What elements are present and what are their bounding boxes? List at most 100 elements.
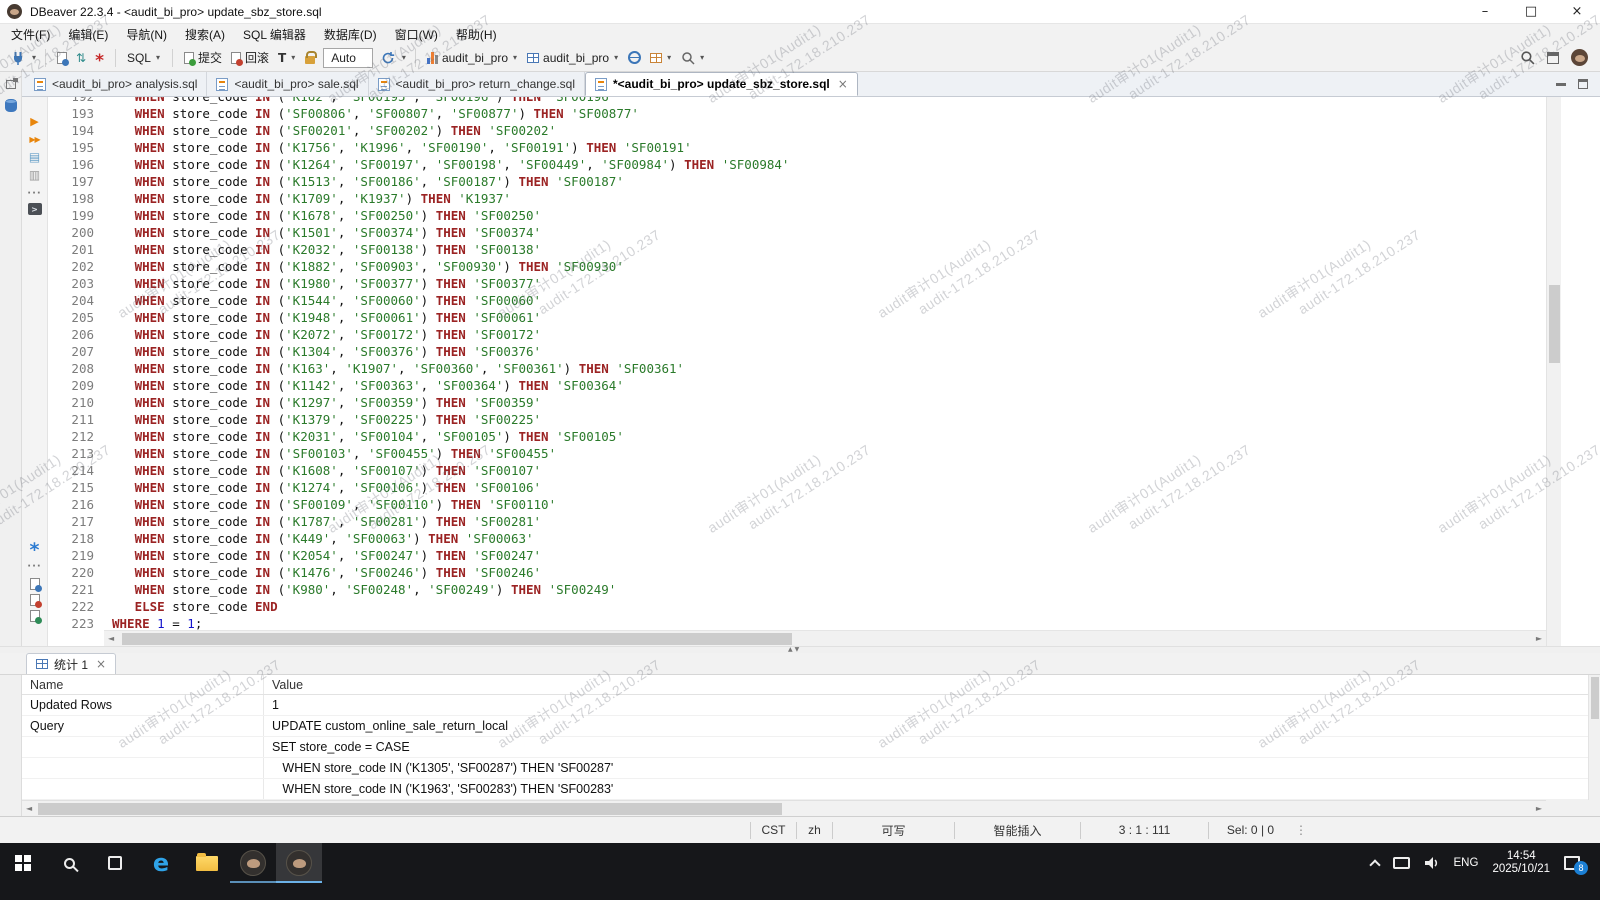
taskbar-search-button[interactable] bbox=[46, 843, 92, 883]
sql-editor[interactable]: 1921931941951961971981992002012022032042… bbox=[48, 97, 1546, 630]
scrollbar-thumb[interactable] bbox=[122, 633, 792, 645]
editor-vertical-scrollbar[interactable] bbox=[1546, 97, 1561, 646]
status-drag-handle[interactable]: ⋮ bbox=[1292, 823, 1310, 837]
navigate-button[interactable] bbox=[625, 49, 644, 66]
execute-new-tab-icon[interactable] bbox=[27, 131, 43, 147]
attach-editor-button[interactable] bbox=[54, 50, 70, 66]
line-number: 211 bbox=[48, 411, 100, 428]
status-selection[interactable]: Sel: 0 | 0 bbox=[1208, 822, 1292, 839]
minimize-button[interactable]: – bbox=[1462, 0, 1508, 23]
pending-transactions-button[interactable]: * bbox=[92, 49, 107, 67]
stats-row[interactable]: SET store_code = CASE bbox=[22, 737, 1588, 758]
scrollbar-thumb[interactable] bbox=[38, 803, 782, 815]
line-number: 205 bbox=[48, 309, 100, 326]
tray-tablet-icon[interactable] bbox=[1393, 857, 1410, 869]
console-icon[interactable] bbox=[28, 203, 42, 215]
code-area[interactable]: WHEN store_code IN ('K162', 'SF00195', '… bbox=[112, 97, 1542, 630]
stats-row[interactable]: QueryUPDATE custom_online_sale_return_lo… bbox=[22, 716, 1588, 737]
status-writable[interactable]: 可写 bbox=[832, 822, 954, 839]
taskbar-start-button[interactable] bbox=[0, 843, 46, 883]
taskbar-clock[interactable]: 14:54 2025/10/21 bbox=[1492, 850, 1550, 876]
scrollbar-thumb[interactable] bbox=[1549, 285, 1560, 363]
menu-item[interactable]: 搜索(A) bbox=[176, 24, 234, 44]
variables-icon[interactable] bbox=[30, 610, 40, 622]
search-icon bbox=[64, 858, 75, 869]
database-select[interactable]: audit_bi_pro▾ bbox=[424, 49, 521, 67]
database-navigator-icon[interactable] bbox=[5, 99, 17, 112]
stats-horizontal-scrollbar[interactable]: ◄ ► bbox=[22, 800, 1546, 816]
status-timezone[interactable]: CST bbox=[750, 822, 796, 839]
output-icon[interactable] bbox=[30, 578, 40, 590]
speaker-icon[interactable] bbox=[1424, 856, 1440, 870]
more-icon[interactable] bbox=[27, 558, 43, 574]
chevron-down-icon[interactable]: ▾ bbox=[31, 53, 37, 62]
execute-statement-icon[interactable] bbox=[27, 113, 43, 129]
editor-tab[interactable]: <audit_bi_pro> return_change.sql bbox=[369, 72, 585, 96]
menu-item[interactable]: 导航(N) bbox=[117, 24, 176, 44]
close-button[interactable]: × bbox=[1554, 0, 1600, 23]
commit-button[interactable]: 提交 bbox=[181, 47, 225, 68]
taskbar-task-view-button[interactable] bbox=[92, 843, 138, 883]
stats-tab-close-icon[interactable]: × bbox=[94, 657, 106, 671]
status-language[interactable]: zh bbox=[796, 822, 832, 839]
rollback-button[interactable]: 回滚 bbox=[228, 47, 272, 68]
menu-item[interactable]: 数据库(D) bbox=[315, 24, 386, 44]
stats-tab[interactable]: 统计 1 × bbox=[26, 653, 116, 674]
dbeaver-logo-icon[interactable] bbox=[1571, 49, 1588, 66]
tray-chevron-up-icon[interactable] bbox=[1369, 859, 1380, 870]
menu-item[interactable]: 编辑(E) bbox=[59, 24, 117, 44]
commit-mode-select[interactable]: Auto bbox=[323, 48, 373, 68]
menu-item[interactable]: SQL 编辑器 bbox=[234, 24, 315, 44]
editor-tab[interactable]: *<audit_bi_pro> update_sbz_store.sql× bbox=[585, 72, 858, 96]
scroll-left-arrow-icon[interactable]: ◄ bbox=[26, 804, 32, 813]
status-caret-position[interactable]: 3 : 1 : 111 bbox=[1080, 822, 1208, 839]
status-insert-mode[interactable]: 智能插入 bbox=[954, 822, 1080, 839]
transaction-mode-dropdown[interactable]: T▾ bbox=[275, 50, 299, 66]
menu-item[interactable]: 帮助(H) bbox=[447, 24, 506, 44]
log-icon[interactable] bbox=[30, 594, 40, 606]
maximize-view-icon[interactable] bbox=[1578, 79, 1588, 89]
tab-close-icon[interactable]: × bbox=[836, 77, 848, 91]
input-language-indicator[interactable]: ENG bbox=[1454, 857, 1479, 869]
sql-dialect-dropdown[interactable]: SQL▾ bbox=[124, 49, 164, 67]
stats-row[interactable]: WHEN store_code IN ('K1963', 'SF00283') … bbox=[22, 779, 1588, 800]
schema-select[interactable]: audit_bi_pro▾ bbox=[524, 49, 622, 67]
restore-view-icon[interactable] bbox=[6, 80, 16, 89]
menu-item[interactable]: 文件(F) bbox=[2, 24, 59, 44]
sash-grip-icon[interactable]: ▲▼ bbox=[788, 646, 801, 653]
panel-sash[interactable]: ▲▼ bbox=[0, 646, 1600, 653]
taskbar-dbeaver-button[interactable] bbox=[230, 843, 276, 883]
scrollbar-thumb[interactable] bbox=[1591, 677, 1599, 719]
maximize-button[interactable]: □ bbox=[1508, 0, 1554, 23]
search-icon[interactable] bbox=[1520, 50, 1535, 65]
stats-row[interactable]: Updated Rows1 bbox=[22, 695, 1588, 716]
perspective-icon[interactable] bbox=[1547, 52, 1559, 64]
more-icon[interactable] bbox=[27, 185, 43, 201]
taskbar-edge-button[interactable] bbox=[138, 843, 184, 883]
stats-vertical-scrollbar[interactable] bbox=[1588, 675, 1600, 800]
editor-horizontal-scrollbar[interactable]: ◄ ► bbox=[104, 630, 1546, 646]
script-icon[interactable] bbox=[27, 167, 43, 183]
menu-item[interactable]: 窗口(W) bbox=[386, 24, 447, 44]
new-connection-button[interactable] bbox=[8, 49, 28, 67]
editor-tab[interactable]: <audit_bi_pro> sale.sql bbox=[207, 72, 368, 96]
data-transfer-button[interactable]: ▾ bbox=[647, 51, 675, 65]
action-center-button[interactable]: 8 bbox=[1564, 856, 1580, 870]
settings-icon[interactable] bbox=[27, 538, 43, 554]
scroll-right-arrow-icon[interactable]: ► bbox=[1536, 634, 1542, 643]
taskbar-file-explorer-button[interactable] bbox=[184, 843, 230, 883]
column-header-name[interactable]: Name bbox=[22, 678, 263, 692]
quick-search-dropdown[interactable]: ▾ bbox=[678, 49, 708, 67]
stats-row[interactable]: WHEN store_code IN ('K1305', 'SF00287') … bbox=[22, 758, 1588, 779]
column-header-value[interactable]: Value bbox=[263, 675, 1588, 694]
sync-connection-button[interactable]: ⇅ bbox=[73, 50, 89, 66]
explain-plan-icon[interactable] bbox=[27, 149, 43, 165]
chevron-down-icon[interactable]: ▾ bbox=[401, 53, 407, 62]
scroll-right-arrow-icon[interactable]: ► bbox=[1536, 804, 1542, 813]
lock-button[interactable] bbox=[302, 49, 318, 66]
editor-tab[interactable]: <audit_bi_pro> analysis.sql bbox=[25, 72, 207, 96]
scroll-left-arrow-icon[interactable]: ◄ bbox=[108, 634, 114, 643]
taskbar-dbeaver-button[interactable] bbox=[276, 843, 322, 883]
minimize-view-icon[interactable] bbox=[1556, 83, 1566, 86]
refresh-button[interactable] bbox=[378, 49, 398, 67]
